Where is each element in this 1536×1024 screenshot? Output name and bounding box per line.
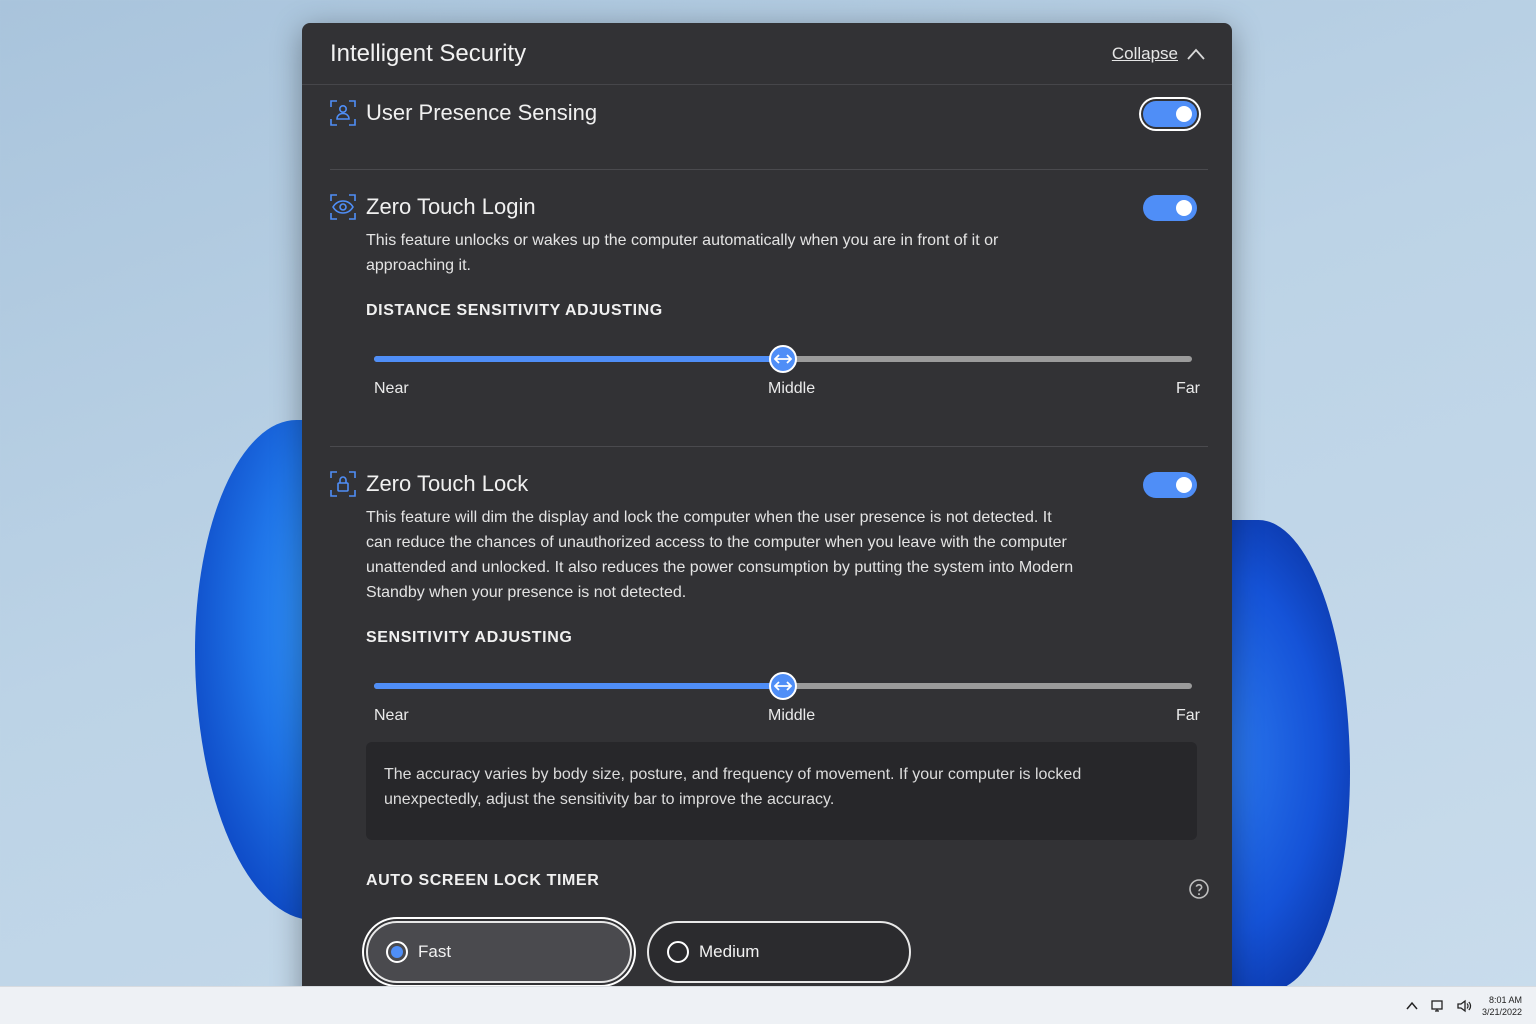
system-tray: 8:01 AM 3/21/2022 xyxy=(1404,987,1522,1024)
auto-lock-timer-heading: AUTO SCREEN LOCK TIMER xyxy=(366,872,600,889)
zero-touch-lock-toggle[interactable] xyxy=(1143,472,1197,498)
zero-touch-login-section: Zero Touch Login This feature unlocks or… xyxy=(330,170,1208,446)
user-presence-section: User Presence Sensing xyxy=(330,85,1208,169)
sensitivity-heading: SENSITIVITY ADJUSTING xyxy=(366,629,573,646)
label-middle: Middle xyxy=(768,707,816,724)
zero-touch-login-title: Zero Touch Login xyxy=(366,194,536,219)
taskbar-clock[interactable]: 8:01 AM 3/21/2022 xyxy=(1482,994,1522,1018)
timer-option-label: Fast xyxy=(418,942,452,961)
chevron-up-icon xyxy=(1187,48,1205,60)
radio-indicator xyxy=(667,941,689,963)
panel-title: Intelligent Security xyxy=(330,39,527,67)
zero-touch-login-toggle[interactable] xyxy=(1143,195,1197,221)
clock-time: 8:01 AM xyxy=(1488,995,1522,1005)
zero-touch-login-row: Zero Touch Login xyxy=(330,194,536,220)
slider-thumb[interactable] xyxy=(769,345,797,373)
slider-fill xyxy=(374,683,783,689)
collapse-button[interactable]: Collapse xyxy=(1112,44,1206,64)
collapse-label: Collapse xyxy=(1111,43,1178,63)
volume-icon[interactable] xyxy=(1456,998,1472,1014)
label-middle: Middle xyxy=(768,380,816,397)
user-presence-toggle[interactable] xyxy=(1143,101,1197,127)
sensitivity-slider[interactable] xyxy=(374,671,1192,701)
double-arrow-icon xyxy=(773,681,793,691)
label-far: Far xyxy=(1176,380,1200,397)
label-near: Near xyxy=(374,380,409,397)
slider-thumb[interactable] xyxy=(769,672,797,700)
chevron-up-icon[interactable] xyxy=(1404,998,1420,1014)
network-icon[interactable] xyxy=(1430,998,1446,1014)
user-presence-icon xyxy=(330,100,356,126)
double-arrow-icon xyxy=(773,354,793,364)
distance-sensitivity-heading: DISTANCE SENSITIVITY ADJUSTING xyxy=(366,302,663,319)
zero-touch-login-description: This feature unlocks or wakes up the com… xyxy=(366,232,999,274)
sensitivity-slider-labels: Near Middle Far xyxy=(374,707,1200,729)
timer-option-label: Medium xyxy=(699,942,760,961)
distance-sensitivity-slider[interactable] xyxy=(374,344,1192,374)
intelligent-security-panel: Intelligent Security Collapse User Prese… xyxy=(302,23,1232,1020)
taskbar: 8:01 AM 3/21/2022 xyxy=(0,986,1536,1024)
lock-scan-icon xyxy=(330,471,356,497)
zero-touch-lock-row: Zero Touch Lock xyxy=(330,471,528,497)
label-far: Far xyxy=(1176,707,1200,724)
user-presence-title: User Presence Sensing xyxy=(366,100,598,125)
radio-indicator xyxy=(386,941,408,963)
clock-date: 3/21/2022 xyxy=(1481,1007,1522,1017)
eye-scan-icon xyxy=(330,194,356,220)
timer-option-fast[interactable]: Fast xyxy=(366,921,632,983)
accuracy-info-box: The accuracy varies by body size, postur… xyxy=(366,742,1197,840)
distance-slider-labels: Near Middle Far xyxy=(374,380,1200,402)
slider-fill xyxy=(374,356,783,362)
label-near: Near xyxy=(374,707,409,724)
zero-touch-lock-section: Zero Touch Lock This feature will dim th… xyxy=(330,447,1210,1020)
help-icon[interactable] xyxy=(1188,878,1210,900)
zero-touch-lock-title: Zero Touch Lock xyxy=(366,471,529,496)
timer-option-medium[interactable]: Medium xyxy=(647,921,911,983)
zero-touch-lock-description: This feature will dim the display and lo… xyxy=(366,509,1074,601)
user-presence-row: User Presence Sensing xyxy=(330,100,597,126)
panel-header: Intelligent Security Collapse xyxy=(302,23,1232,85)
